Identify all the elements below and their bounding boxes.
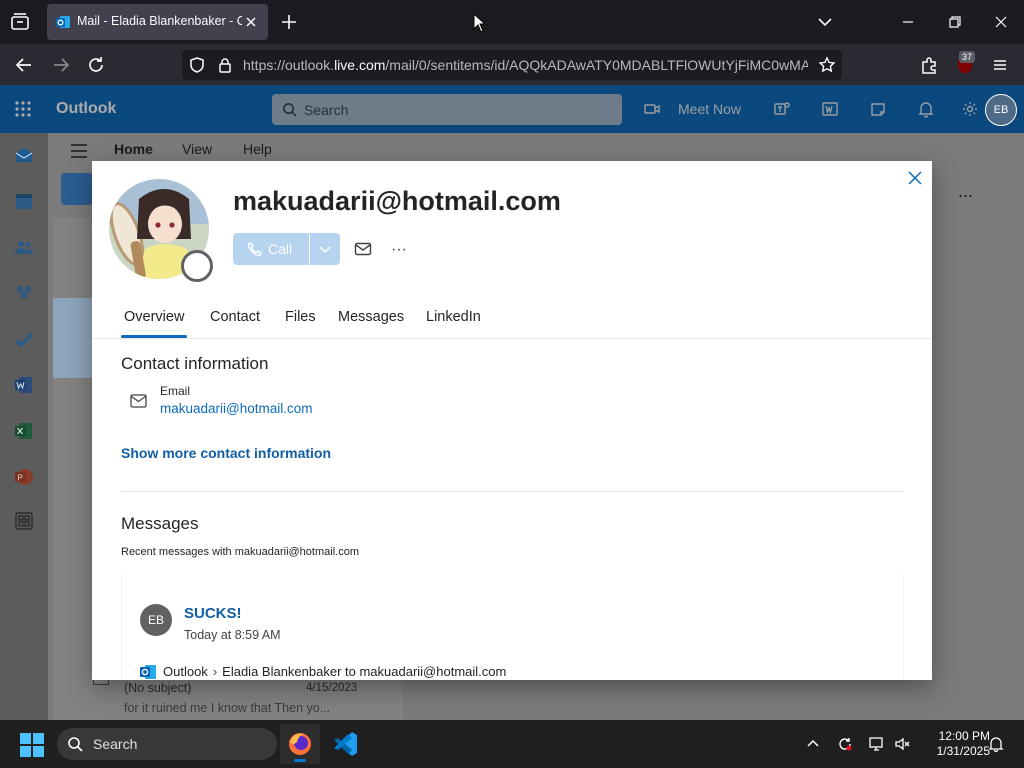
calendar-rail-icon[interactable] [14, 191, 34, 211]
taskbar-clock[interactable]: 12:00 PM 1/31/2025 [920, 729, 990, 759]
todo-rail-icon[interactable] [14, 329, 34, 349]
network-icon[interactable] [869, 736, 885, 752]
presence-status-icon [181, 250, 213, 282]
restore-icon[interactable] [945, 12, 965, 32]
contact-name: makuadarii@hotmail.com [233, 186, 561, 216]
clock-date: 1/31/2025 [936, 744, 990, 758]
tab-list-icon[interactable] [8, 10, 32, 34]
send-email-icon[interactable] [354, 241, 372, 257]
messages-subtitle: Recent messages with makuadarii@hotmail.… [121, 546, 359, 558]
url-text[interactable]: https://outlook.live.com/mail/0/sentitem… [243, 57, 808, 73]
close-window-icon[interactable] [991, 12, 1011, 32]
tab-contact[interactable]: Contact [210, 309, 260, 325]
ribbon-tab-help[interactable]: Help [243, 141, 272, 157]
more-actions-button[interactable]: ··· [391, 241, 409, 258]
tab-overview[interactable]: Overview [120, 309, 188, 338]
call-options-button[interactable] [310, 233, 340, 265]
tab-title: Mail - Eladia Blankenbaker - Outlook [77, 14, 242, 28]
bookmark-star-icon[interactable] [818, 56, 836, 74]
more-apps-rail-icon[interactable] [14, 511, 34, 531]
close-icon[interactable] [906, 169, 924, 187]
word-rail-icon[interactable] [14, 375, 34, 395]
header-dim-overlay [0, 85, 1024, 133]
messages-heading: Messages [121, 514, 199, 533]
outlook-favicon-icon [55, 14, 71, 30]
chevron-down-icon [319, 246, 331, 254]
call-label: Call [268, 241, 293, 257]
groups-rail-icon[interactable] [14, 283, 34, 303]
section-divider [121, 491, 904, 492]
vscode-taskbar-icon[interactable] [325, 724, 365, 764]
ribbon-tab-view[interactable]: View [182, 141, 212, 157]
ribbon-tab-home[interactable]: Home [114, 141, 153, 157]
url-bar[interactable]: https://outlook.live.com/mail/0/sentitem… [182, 50, 842, 80]
outlook-header: Outlook Search Meet Now [0, 85, 1024, 133]
sync-icon[interactable] [837, 736, 853, 752]
user-avatar[interactable]: EB [985, 94, 1017, 126]
contact-card-dialog: makuadarii@hotmail.com Call ··· Overview… [92, 161, 932, 680]
list-row-date: 4/15/2023 [306, 682, 358, 694]
extensions-badge: 37 [959, 51, 976, 63]
notification-bell-icon[interactable] [988, 736, 1004, 753]
list-row-subject[interactable]: (No subject) [124, 681, 191, 695]
message-route-label: Eladia Blankenbaker to makuadarii@hotmai… [222, 664, 507, 679]
browser-tab-bar: Mail - Eladia Blankenbaker - Outlook [0, 0, 1024, 44]
windows-start-icon[interactable] [20, 733, 44, 757]
message-subject-link[interactable]: SUCKS! [184, 605, 242, 622]
browser-nav-bar: https://outlook.live.com/mail/0/sentitem… [0, 44, 1024, 85]
hamburger-menu-icon[interactable] [70, 143, 88, 159]
svg-text:P: P [18, 474, 23, 483]
ribbon-more-button[interactable]: ... [958, 181, 973, 202]
search-icon [67, 736, 83, 752]
new-tab-icon[interactable] [279, 12, 299, 32]
mouse-cursor-icon [473, 13, 485, 33]
excel-rail-icon[interactable] [14, 421, 34, 441]
contact-card-tabs: Overview Contact Files Messages LinkedIn [92, 301, 932, 339]
volume-muted-icon[interactable] [894, 736, 910, 752]
menu-icon[interactable] [989, 54, 1011, 76]
clock-time: 12:00 PM [938, 729, 990, 743]
windows-taskbar: Search 12:00 PM 1/31/2025 [0, 720, 1024, 768]
people-rail-icon[interactable] [14, 237, 34, 257]
extensions-icon[interactable] [918, 54, 940, 76]
show-more-contact-info-link[interactable]: Show more contact information [121, 445, 331, 461]
tracking-shield-icon[interactable] [188, 56, 206, 74]
new-mail-button[interactable] [61, 173, 93, 205]
tab-messages[interactable]: Messages [338, 309, 404, 325]
forward-icon[interactable] [50, 54, 72, 76]
message-app-label: Outlook [163, 664, 208, 679]
email-link[interactable]: makuadarii@hotmail.com [160, 401, 313, 416]
mail-rail-icon[interactable] [14, 145, 34, 165]
powerpoint-rail-icon[interactable]: P [14, 467, 34, 487]
active-indicator [294, 759, 306, 762]
call-button[interactable]: Call [233, 233, 309, 265]
phone-icon [247, 241, 263, 257]
email-field-label: Email [160, 384, 191, 398]
tab-linkedin[interactable]: LinkedIn [426, 309, 481, 325]
taskbar-search-input[interactable]: Search [57, 728, 277, 760]
chevron-right-icon: › [212, 664, 218, 679]
selected-message-row[interactable] [53, 298, 93, 378]
list-row-preview[interactable]: for it ruined me I know that Then yo... [124, 701, 330, 715]
reload-icon[interactable] [85, 54, 107, 76]
sender-avatar: EB [140, 604, 172, 636]
app-rail: P [0, 133, 48, 720]
taskbar-search-label: Search [93, 736, 138, 752]
contact-info-heading: Contact information [121, 354, 269, 373]
browser-tab-active[interactable]: Mail - Eladia Blankenbaker - Outlook [47, 4, 268, 40]
tab-files[interactable]: Files [285, 309, 316, 325]
minimize-icon[interactable] [898, 12, 918, 32]
message-time: Today at 8:59 AM [184, 628, 281, 642]
message-card[interactable]: EB SUCKS! Today at 8:59 AM Outlook › Eladi… [121, 573, 904, 680]
lock-icon[interactable] [216, 56, 234, 74]
mail-icon [130, 394, 147, 408]
tab-close-icon[interactable] [242, 13, 260, 31]
back-icon[interactable] [13, 54, 35, 76]
outlook-icon [139, 663, 157, 680]
firefox-taskbar-icon[interactable] [280, 724, 320, 764]
list-all-tabs-icon[interactable] [815, 12, 835, 32]
message-route: Outlook › Eladia Blankenbaker to makuadari… [163, 664, 506, 679]
chevron-up-icon[interactable] [805, 736, 821, 752]
